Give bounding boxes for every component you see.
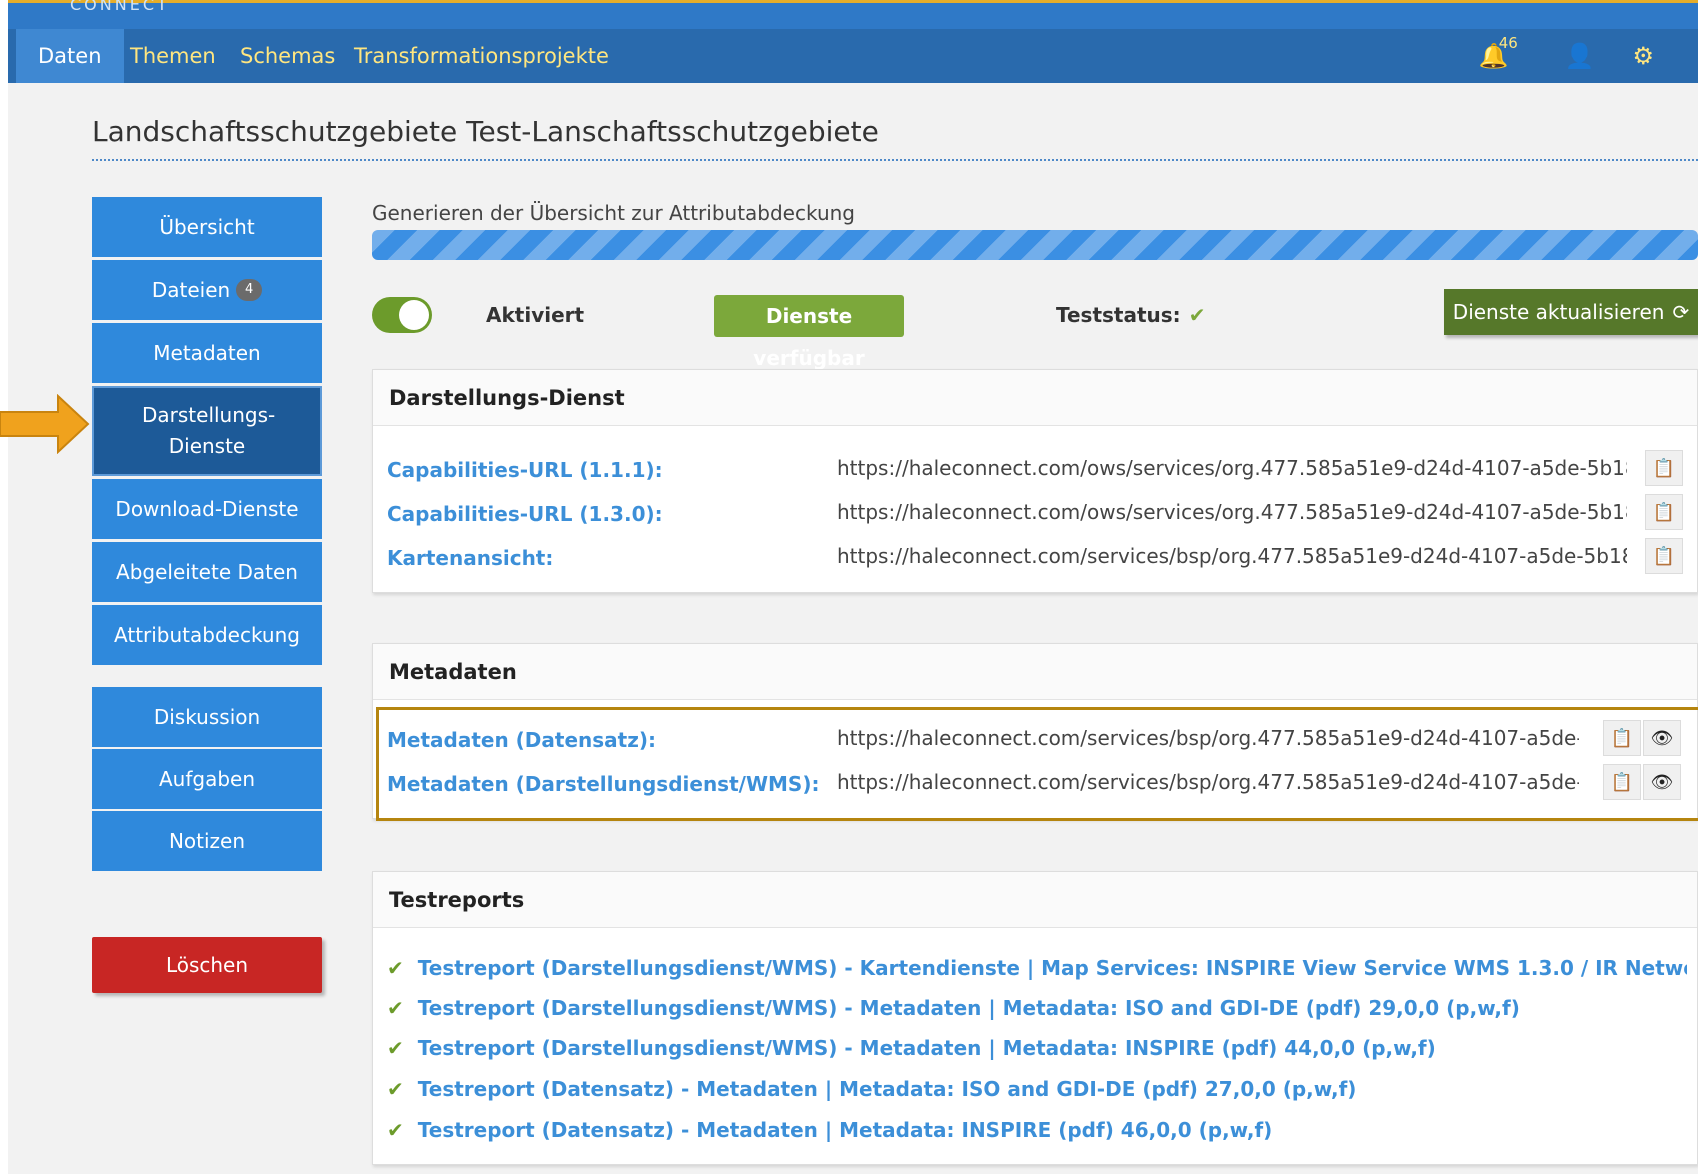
refresh-button-label: Dienste aktualisieren <box>1452 300 1665 324</box>
nav-icon-group: 🔔 46 👤 ⚙ <box>1479 29 1654 83</box>
list-item: ✔ Testreport (Darstellungsdienst/WMS) - M… <box>387 996 1687 1020</box>
testreport-link[interactable]: Testreport (Darstellungsdienst/WMS) - Me… <box>418 1036 1436 1060</box>
view-service-title: Darstellungs-Dienst <box>373 370 1697 426</box>
annotation-arrow-icon <box>0 394 90 454</box>
nav-item-transformationsprojekte[interactable]: Transformationsprojekte <box>332 29 631 83</box>
check-icon: ✔ <box>387 956 404 980</box>
app-frame: CONNECT Daten Themen Schemas Transformat… <box>8 0 1698 1174</box>
capabilities-130-url: https://haleconnect.com/ows/services/org… <box>837 500 1627 524</box>
page-title: Landschaftsschutzgebiete Test-Lanschafts… <box>92 115 879 148</box>
refresh-icon: ⟳ <box>1672 300 1690 324</box>
list-item: ✔ Testreport (Datensatz) - Metadaten | Me… <box>387 1077 1687 1101</box>
list-item: ✔ Testreport (Darstellungsdienst/WMS) - M… <box>387 1036 1687 1060</box>
delete-button[interactable]: Löschen <box>92 937 322 993</box>
sidebar-item-label: Dateien <box>151 277 231 302</box>
sidebar-item-download-dienste[interactable]: Download-Dienste <box>92 479 322 539</box>
map-view-url: https://haleconnect.com/services/bsp/org… <box>837 544 1627 568</box>
sidebar-item-aufgaben[interactable]: Aufgaben <box>92 749 322 809</box>
refresh-services-button[interactable]: Dienste aktualisieren ⟳ <box>1444 289 1698 335</box>
sidebar-item-label: Darstellungs-Dienste <box>142 403 276 458</box>
check-icon: ✔ <box>387 996 404 1020</box>
sidebar-item-metadaten[interactable]: Metadaten <box>92 323 322 383</box>
services-available-badge: Dienste verfügbar <box>714 295 904 370</box>
testreport-link[interactable]: Testreport (Datensatz) - Metadaten | Met… <box>418 1118 1273 1142</box>
list-item: Capabilities-URL (1.3.0): https://haleco… <box>387 494 1687 534</box>
sidebar-item-attributabdeckung[interactable]: Attributabdeckung <box>92 605 322 665</box>
capabilities-111-url: https://haleconnect.com/ows/services/org… <box>837 456 1627 480</box>
testreport-link[interactable]: Testreport (Darstellungsdienst/WMS) - Me… <box>418 996 1520 1020</box>
check-icon: ✔ <box>1188 303 1206 327</box>
files-count-badge: 4 <box>236 279 263 301</box>
testreports-title: Testreports <box>373 872 1697 928</box>
list-item: ✔ Testreport (Darstellungsdienst/WMS) - K… <box>387 956 1687 980</box>
progress-fill <box>372 230 1698 260</box>
toggle-knob <box>399 300 429 330</box>
gear-icon[interactable]: ⚙ <box>1632 42 1654 70</box>
metadata-highlight-box <box>376 707 1698 821</box>
list-item: Capabilities-URL (1.1.1): https://haleco… <box>387 450 1687 490</box>
app-logo: CONNECT <box>70 0 170 14</box>
notification-count: 46 <box>1498 34 1518 52</box>
progress-bar <box>372 230 1698 260</box>
teststatus: Teststatus: ✔ <box>1056 303 1205 327</box>
check-icon: ✔ <box>387 1118 404 1142</box>
user-icon[interactable]: 👤 <box>1565 42 1595 70</box>
clipboard-icon[interactable]: 📋 <box>1645 538 1683 574</box>
progress-label: Generieren der Übersicht zur Attributabd… <box>372 201 855 225</box>
teststatus-label: Teststatus: <box>1056 303 1181 327</box>
sidebar-item-notizen[interactable]: Notizen <box>92 811 322 871</box>
testreport-link[interactable]: Testreport (Datensatz) - Metadaten | Met… <box>418 1077 1357 1101</box>
clipboard-icon[interactable]: 📋 <box>1645 450 1683 486</box>
check-icon: ✔ <box>387 1036 404 1060</box>
toggle-label: Aktiviert <box>486 303 585 327</box>
activation-toggle[interactable] <box>372 297 432 333</box>
testreports-panel: Testreports ✔ Testreport (Darstellungsdie… <box>372 871 1698 1165</box>
capabilities-130-link[interactable]: Capabilities-URL (1.3.0): <box>387 502 663 526</box>
metadata-title: Metadaten <box>373 644 1697 700</box>
clipboard-icon[interactable]: 📋 <box>1645 494 1683 530</box>
map-view-link[interactable]: Kartenansicht: <box>387 546 553 570</box>
sidebar-item-dateien[interactable]: Dateien 4 <box>92 260 322 320</box>
view-service-panel: Darstellungs-Dienst Capabilities-URL (1.… <box>372 369 1698 593</box>
sidebar-item-diskussion[interactable]: Diskussion <box>92 687 322 747</box>
list-item: ✔ Testreport (Datensatz) - Metadaten | Me… <box>387 1118 1687 1142</box>
logo-strip: CONNECT <box>8 0 1698 29</box>
sidebar-item-uebersicht[interactable]: Übersicht <box>92 197 322 257</box>
list-item: Kartenansicht: https://haleconnect.com/s… <box>387 538 1687 578</box>
testreport-link[interactable]: Testreport (Darstellungsdienst/WMS) - Ka… <box>418 956 1687 980</box>
sidebar-item-darstellungs-dienste[interactable]: Darstellungs-Dienste <box>92 386 322 476</box>
top-navbar: Daten Themen Schemas Transformationsproj… <box>8 29 1698 83</box>
check-icon: ✔ <box>387 1077 404 1101</box>
title-divider <box>92 159 1698 161</box>
bell-icon[interactable]: 🔔 46 <box>1479 34 1518 70</box>
sidebar-item-abgeleitete-daten[interactable]: Abgeleitete Daten <box>92 542 322 602</box>
capabilities-111-link[interactable]: Capabilities-URL (1.1.1): <box>387 458 663 482</box>
